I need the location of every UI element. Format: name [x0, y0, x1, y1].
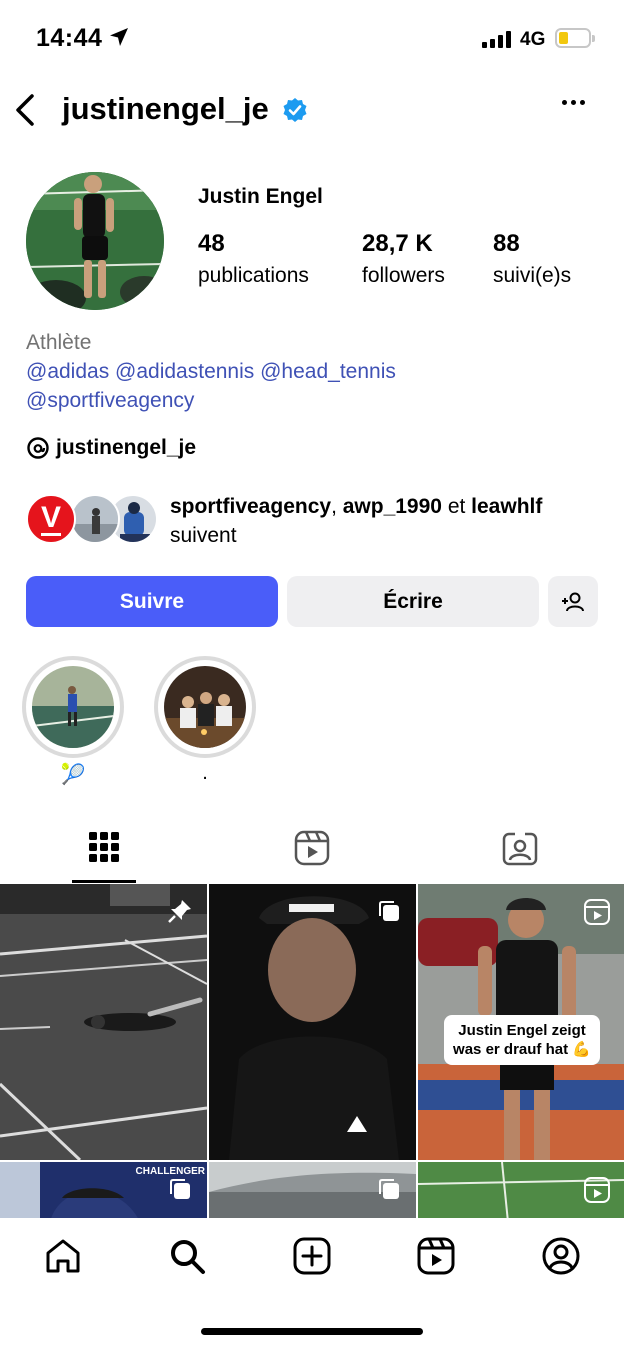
chevron-left-icon[interactable] [10, 90, 42, 130]
tab-grid[interactable] [0, 824, 208, 884]
reel-icon [584, 899, 610, 925]
tab-reels[interactable] [208, 824, 416, 884]
stat-followers[interactable]: 28,7 K followers [362, 230, 445, 288]
reels-icon[interactable] [416, 1236, 456, 1276]
bottom-navigation [0, 1218, 624, 1350]
reel-caption: Justin Engel zeigt was er drauf hat 💪 [444, 1015, 600, 1065]
grid-icon [89, 832, 119, 862]
bio-mentions-line-1[interactable]: @adidas @adidastennis @head_tennis [26, 360, 396, 384]
post-5[interactable] [209, 1162, 416, 1218]
add-person-icon [562, 592, 584, 611]
highlight-2-label: . [202, 762, 208, 784]
followed-by-avatars[interactable]: V [26, 494, 158, 544]
followed-by-user-2[interactable]: awp_1990 [343, 495, 442, 518]
followed-by-user-1[interactable]: sportfiveagency [170, 495, 331, 518]
profile-icon[interactable] [541, 1236, 581, 1276]
stat-posts[interactable]: 48 publications [198, 230, 309, 288]
reel-caption-line-1: Justin Engel zeigt [458, 1022, 586, 1039]
follower-avatar-1: V [26, 494, 76, 544]
stat-followers-value: 28,7 K [362, 230, 433, 257]
more-horizontal-icon[interactable] [562, 100, 585, 105]
threads-link[interactable]: justinengel_je [26, 436, 196, 460]
sportfive-logo-letter: V [40, 500, 61, 536]
threads-handle: justinengel_je [56, 436, 197, 459]
follow-button[interactable]: Suivre [26, 576, 278, 627]
followed-by-sep-1: , [331, 495, 343, 518]
status-time: 14:44 [36, 24, 103, 52]
followed-by-suffix: suivent [170, 524, 237, 547]
message-button[interactable]: Écrire [287, 576, 539, 627]
reels-icon [294, 830, 330, 866]
story-highlight-1[interactable] [22, 656, 124, 758]
tab-tagged[interactable] [416, 824, 624, 884]
carousel-icon [379, 901, 399, 921]
post-1[interactable] [0, 884, 207, 1160]
posts-grid: Justin Engel zeigt was er drauf hat 💪 CH… [0, 884, 624, 1218]
post-4[interactable]: CHALLENGER [0, 1162, 207, 1218]
stat-posts-value: 48 [198, 230, 225, 257]
post-6[interactable] [418, 1162, 624, 1218]
reel-icon [584, 1177, 610, 1203]
verified-badge-icon [283, 98, 307, 122]
followed-by-user-3[interactable]: leawhlf [471, 495, 542, 518]
suggested-users-button[interactable] [548, 576, 598, 627]
story-highlight-2[interactable] [154, 656, 256, 758]
bio-mentions-line-2[interactable]: @sportfiveagency [26, 389, 194, 413]
post-3[interactable]: Justin Engel zeigt was er drauf hat 💪 [418, 884, 624, 1160]
highlight-2-cover [164, 666, 246, 748]
reel-caption-line-2: was er drauf hat 💪 [453, 1041, 591, 1058]
profile-category: Athlète [26, 331, 92, 354]
home-icon[interactable] [43, 1236, 83, 1276]
search-icon[interactable] [167, 1236, 207, 1276]
tagged-icon [502, 831, 538, 866]
stat-following[interactable]: 88 suivi(e)s [493, 230, 571, 288]
profile-content-tabs [0, 824, 624, 884]
signal-icon [482, 30, 511, 48]
followed-by-sep-2: et [441, 495, 472, 518]
highlight-1-label: 🎾 [60, 764, 86, 786]
profile-username-title: justinengel_je [62, 91, 269, 126]
post-2[interactable] [209, 884, 416, 1160]
active-tab-indicator [72, 880, 136, 883]
profile-avatar[interactable] [26, 172, 164, 310]
carousel-icon [379, 1179, 399, 1199]
avatar-photo [26, 172, 164, 310]
pinned-icon [168, 900, 191, 923]
stat-posts-label: publications [198, 264, 309, 287]
network-type: 4G [520, 29, 546, 50]
home-indicator[interactable] [201, 1328, 423, 1335]
carousel-icon [170, 1179, 190, 1199]
follower-avatar-2 [70, 494, 120, 544]
followed-by-text[interactable]: sportfiveagency, awp_1990 et leawhlf sui… [170, 492, 610, 550]
post-2-image [209, 884, 416, 1160]
highlight-1-cover [32, 666, 114, 748]
status-bar: 14:44 4G [0, 0, 624, 80]
create-icon[interactable] [292, 1236, 332, 1276]
location-arrow-icon [110, 28, 128, 46]
stat-following-value: 88 [493, 230, 520, 257]
threads-icon [27, 437, 49, 459]
profile-header: justinengel_je [0, 82, 624, 138]
stat-followers-label: followers [362, 264, 445, 287]
profile-display-name: Justin Engel [198, 185, 323, 208]
battery-icon [555, 28, 595, 48]
post-1-image [0, 884, 207, 1160]
stat-following-label: suivi(e)s [493, 264, 572, 287]
